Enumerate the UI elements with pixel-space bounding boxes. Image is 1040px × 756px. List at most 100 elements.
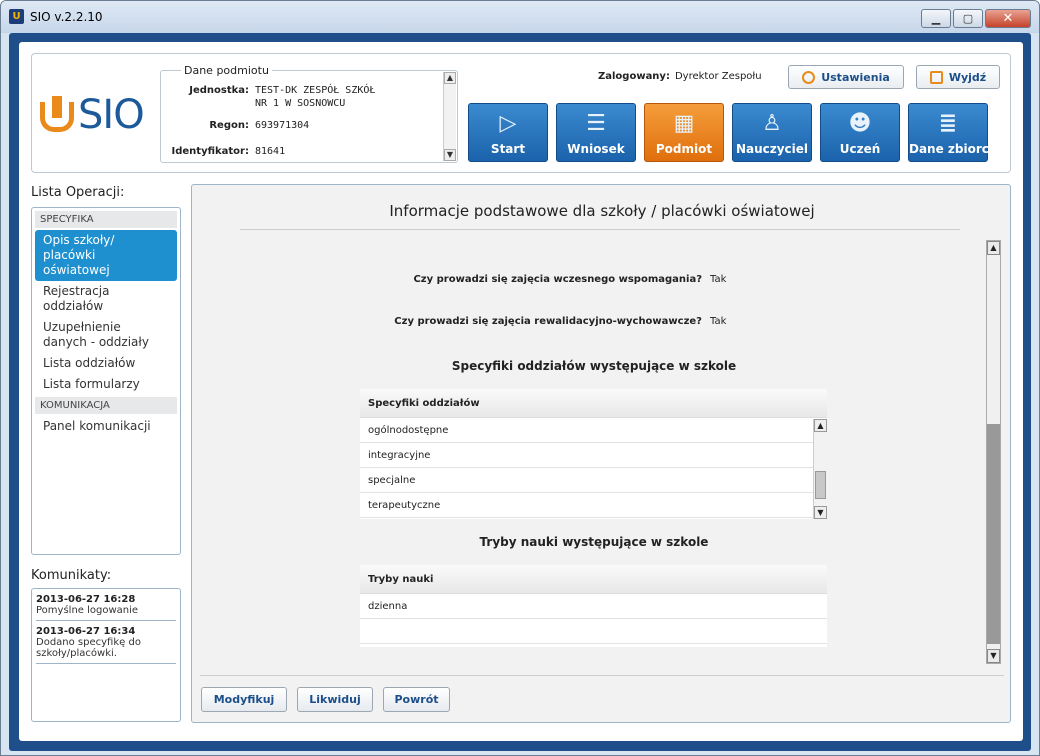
scroll-up-icon[interactable]: ▲: [987, 241, 1000, 255]
tile-dane-zbiorcze-label: Dane zbiorcze: [909, 142, 1005, 156]
logout-label: Wyjdź: [948, 70, 987, 84]
teacher-icon: ♙: [762, 111, 782, 136]
messages-list: 2013-06-27 16:28 Pomyślne logowanie 2013…: [31, 588, 181, 722]
table-row[interactable]: terapeutyczne: [360, 493, 827, 518]
sio-logo: SIO: [40, 92, 145, 138]
scroll-thumb[interactable]: [987, 424, 1000, 644]
table-row[interactable]: [360, 619, 827, 644]
back-button[interactable]: Powrót: [383, 687, 450, 712]
question-value: Tak: [710, 274, 727, 285]
table-row[interactable]: dzienna: [360, 594, 827, 619]
page-title: Informacje podstawowe dla szkoły / placó…: [389, 202, 815, 220]
tile-nauczyciel[interactable]: ♙ Nauczyciel: [732, 103, 812, 162]
message-date: 2013-06-27 16:28: [36, 594, 136, 605]
maximize-icon: ▢: [962, 12, 974, 25]
question-value: Tak: [710, 316, 727, 327]
tile-uczen[interactable]: ☻ Uczeń: [820, 103, 900, 162]
scroll-up-icon[interactable]: ▲: [444, 72, 456, 84]
tile-podmiot-label: Podmiot: [655, 142, 713, 156]
scroll-down-icon[interactable]: ▼: [814, 506, 827, 519]
operations-list: SPECYFIKA Opis szkoły/ placówki oświatow…: [31, 207, 181, 555]
message-date: 2013-06-27 16:34: [36, 626, 136, 637]
messages-title: Komunikaty:: [31, 568, 112, 583]
minimize-button[interactable]: ▁: [921, 9, 951, 28]
op-lista-oddzialow[interactable]: Lista oddziałów: [35, 353, 177, 374]
tile-uczen-label: Uczeń: [839, 142, 881, 156]
jednostka-value-line2: NR 1 W SOSNOWCU: [255, 98, 346, 109]
identyfikator-label: Identyfikator:: [171, 146, 249, 157]
settings-button[interactable]: Ustawienia: [788, 65, 904, 89]
main-nav-tiles: ▷ Start ☰ Wniosek ▦ Podmiot ♙ Nauczyciel…: [468, 103, 1005, 162]
tryby-title: Tryby nauki występujące w szkole: [479, 535, 709, 549]
question-label: Czy prowadzi się zajęcia rewalidacyjno-w…: [394, 316, 702, 327]
op-opis-szkoly[interactable]: Opis szkoły/ placówki oświatowej: [35, 230, 177, 281]
app-window: U SIO v.2.2.10 ▁ ▢ ✕ SIO Dane podmiotu J…: [0, 0, 1040, 756]
op-label-line: oświatowej: [43, 263, 110, 277]
op-label-line: Panel komunikacji: [43, 419, 151, 433]
specyfiki-title: Specyfiki oddziałów występujące w szkole: [451, 359, 737, 373]
specyfiki-scrollbar[interactable]: ▲ ▼: [813, 419, 827, 519]
op-label-line: Uzupełnienie: [43, 320, 121, 334]
specyfiki-header: Specyfiki oddziałów: [360, 389, 827, 418]
tryby-table: Tryby nauki dzienna: [360, 565, 827, 647]
tile-start[interactable]: ▷ Start: [468, 103, 548, 162]
message-text: Pomyślne logowanie: [36, 605, 139, 616]
maximize-button[interactable]: ▢: [953, 9, 983, 28]
op-label-line: Lista formularzy: [43, 377, 140, 391]
op-rejestracja-oddzialow[interactable]: Rejestracja oddziałów: [35, 281, 177, 317]
identyfikator-value: 81641: [255, 146, 286, 157]
table-row[interactable]: ogólnodostępne: [360, 418, 827, 443]
actions-divider: [200, 675, 1004, 676]
scroll-up-icon[interactable]: ▲: [814, 419, 827, 432]
close-button[interactable]: ✕: [985, 9, 1031, 28]
minimize-icon: ▁: [931, 12, 941, 25]
table-row[interactable]: integracyjne: [360, 443, 827, 468]
message-text: Dodano specyfikę do: [36, 637, 141, 648]
modify-button[interactable]: Modyfikuj: [201, 687, 287, 712]
op-label-line: oddziałów: [43, 299, 104, 313]
tile-dane-zbiorcze[interactable]: ≣ Dane zbiorcze: [908, 103, 1005, 162]
settings-label: Ustawienia: [821, 70, 890, 84]
logout-button[interactable]: Wyjdź: [916, 65, 1000, 89]
shield-icon: U: [9, 9, 24, 24]
op-label-line: danych - oddziały: [43, 335, 149, 349]
tryby-header: Tryby nauki: [360, 565, 827, 594]
op-label-line: Opis szkoły/: [43, 233, 115, 247]
scroll-down-icon[interactable]: ▼: [444, 149, 456, 161]
op-panel-komunikacji[interactable]: Panel komunikacji: [35, 416, 177, 437]
tile-podmiot[interactable]: ▦ Podmiot: [644, 103, 724, 162]
scroll-down-icon[interactable]: ▼: [987, 649, 1000, 663]
regon-label: Regon:: [209, 120, 249, 131]
tile-wniosek-label: Wniosek: [567, 142, 625, 156]
main-scrollbar[interactable]: ▲ ▼: [986, 240, 1001, 664]
tile-nauczyciel-label: Nauczyciel: [735, 142, 809, 156]
message-item: 2013-06-27 16:34 Dodano specyfikę do szk…: [36, 625, 176, 664]
specyfiki-table: Specyfiki oddziałów ogólnodostępne integ…: [360, 389, 827, 519]
database-icon: ☰: [586, 111, 606, 136]
dane-scrollbar[interactable]: ▲ ▼: [443, 72, 456, 161]
message-item: 2013-06-27 16:28 Pomyślne logowanie: [36, 593, 176, 621]
operations-title: Lista Operacji:: [31, 185, 125, 200]
table-row[interactable]: specjalne: [360, 468, 827, 493]
scroll-thumb[interactable]: [815, 471, 826, 499]
op-uzupelnienie-danych[interactable]: Uzupełnienie danych - oddziały: [35, 317, 177, 353]
logo-mark-icon: [40, 96, 74, 134]
window-title: SIO v.2.2.10: [30, 10, 103, 24]
stack-icon: ≣: [938, 111, 958, 136]
logo-text: SIO: [78, 92, 145, 138]
content-area: SIO Dane podmiotu Jednostka: TEST-DK ZES…: [19, 42, 1023, 741]
logged-user: Zalogowany: Dyrektor Zespołu: [598, 71, 762, 82]
logged-user-name: Dyrektor Zespołu: [674, 71, 762, 82]
dane-podmiotu-legend: Dane podmiotu: [181, 64, 272, 77]
student-icon: ☻: [848, 111, 872, 136]
play-icon: ▷: [499, 111, 517, 136]
jednostka-label: Jednostka:: [189, 85, 249, 96]
op-label-line: Rejestracja: [43, 284, 110, 298]
dane-podmiotu-box: Dane podmiotu Jednostka: TEST-DK ZESPÓŁ …: [160, 64, 458, 163]
tile-wniosek[interactable]: ☰ Wniosek: [556, 103, 636, 162]
op-lista-formularzy[interactable]: Lista formularzy: [35, 374, 177, 395]
jednostka-value-line1: TEST-DK ZESPÓŁ SZKÓŁ: [255, 85, 376, 96]
liquidate-button[interactable]: Likwiduj: [297, 687, 373, 712]
building-icon: ▦: [673, 111, 695, 136]
window-controls: ▁ ▢ ✕: [921, 9, 1031, 28]
